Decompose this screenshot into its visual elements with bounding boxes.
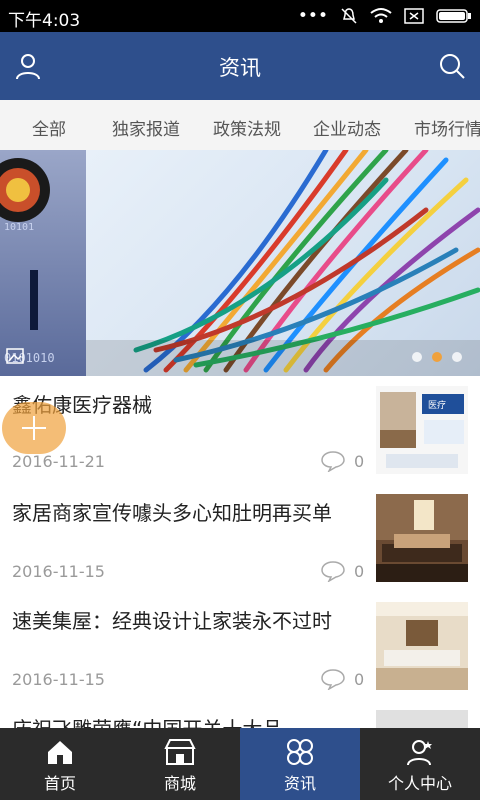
- comment-count-value: 0: [354, 561, 365, 581]
- news-thumbnail: [376, 494, 468, 582]
- comment-count-value: 0: [354, 451, 365, 471]
- page-title: 资讯: [219, 56, 261, 80]
- banner-image: [86, 150, 480, 376]
- nav-news[interactable]: 资讯: [240, 728, 360, 800]
- svg-text:10101: 10101: [4, 222, 34, 233]
- nav-profile[interactable]: 个人中心: [360, 728, 480, 800]
- carousel-dot-1[interactable]: [412, 352, 422, 362]
- status-bar: 下午4:03 •••: [0, 0, 480, 32]
- news-date: 2016-11-15: [12, 670, 105, 689]
- banner-carousel[interactable]: 0101010 10101: [0, 150, 480, 376]
- tab-all[interactable]: 全部: [32, 115, 66, 140]
- app-header: 资讯: [0, 32, 480, 100]
- comment-count[interactable]: 0: [320, 668, 364, 690]
- more-icon: •••: [297, 6, 328, 26]
- comment-count-value: 0: [354, 669, 365, 689]
- tab-exclusive[interactable]: 独家报道: [112, 115, 180, 140]
- status-time: 下午4:03: [8, 11, 81, 31]
- plus-icon: [22, 416, 46, 440]
- comment-count[interactable]: 0: [320, 560, 364, 582]
- comment-icon: [321, 451, 345, 472]
- news-thumbnail: [376, 602, 468, 690]
- home-icon: [48, 741, 72, 764]
- add-button[interactable]: [2, 402, 66, 454]
- nav-store-label: 商城: [163, 774, 196, 793]
- comment-icon: [321, 561, 345, 582]
- news-icon: [287, 739, 313, 765]
- comment-icon: [321, 669, 345, 690]
- nav-profile-label: 个人中心: [387, 774, 452, 793]
- news-date: 2016-11-15: [12, 562, 105, 581]
- svg-text:医疗: 医疗: [428, 399, 446, 411]
- wifi-icon: [370, 8, 392, 23]
- bottom-nav: 首页 商城 资讯 个人中心: [0, 728, 480, 800]
- banner-image-prev: 0101010 10101: [0, 150, 86, 376]
- category-tabs: 全部 独家报道 政策法规 企业动态 市场行情: [0, 100, 480, 151]
- carousel-dot-2[interactable]: [432, 352, 442, 362]
- status-icons: •••: [298, 6, 472, 26]
- news-item[interactable]: 速美集屋：经典设计让家装永不过时 2016-11-15 0: [0, 592, 480, 701]
- mute-icon: [341, 8, 357, 24]
- news-item[interactable]: 家居商家宣传噱头多心知肚明再买单 2016-11-15 0: [0, 484, 480, 593]
- comment-count[interactable]: 0: [320, 450, 364, 472]
- news-thumbnail: 医疗: [376, 386, 468, 474]
- tab-market[interactable]: 市场行情: [414, 115, 480, 140]
- tab-company-news[interactable]: 企业动态: [313, 115, 381, 140]
- sim-icon: [404, 8, 424, 24]
- news-title: 家居商家宣传噱头多心知肚明再买单: [12, 501, 332, 525]
- tab-policy[interactable]: 政策法规: [213, 115, 281, 140]
- nav-news-label: 资讯: [283, 774, 316, 793]
- news-title: 速美集屋：经典设计让家装永不过时: [12, 609, 332, 633]
- carousel-dots: [412, 352, 462, 362]
- carousel-dot-3[interactable]: [452, 352, 462, 362]
- battery-icon: [436, 9, 471, 23]
- news-date: 2016-11-21: [12, 452, 105, 471]
- nav-home[interactable]: 首页: [0, 728, 120, 800]
- news-item[interactable]: 鑫佑康医疗器械 2016-11-21 0 医疗: [0, 376, 480, 485]
- store-icon: [164, 739, 196, 765]
- nav-store[interactable]: 商城: [120, 728, 240, 800]
- nav-home-label: 首页: [43, 774, 76, 793]
- search-icon[interactable]: [438, 52, 466, 80]
- image-icon: [6, 348, 24, 364]
- profile-icon: [407, 740, 432, 766]
